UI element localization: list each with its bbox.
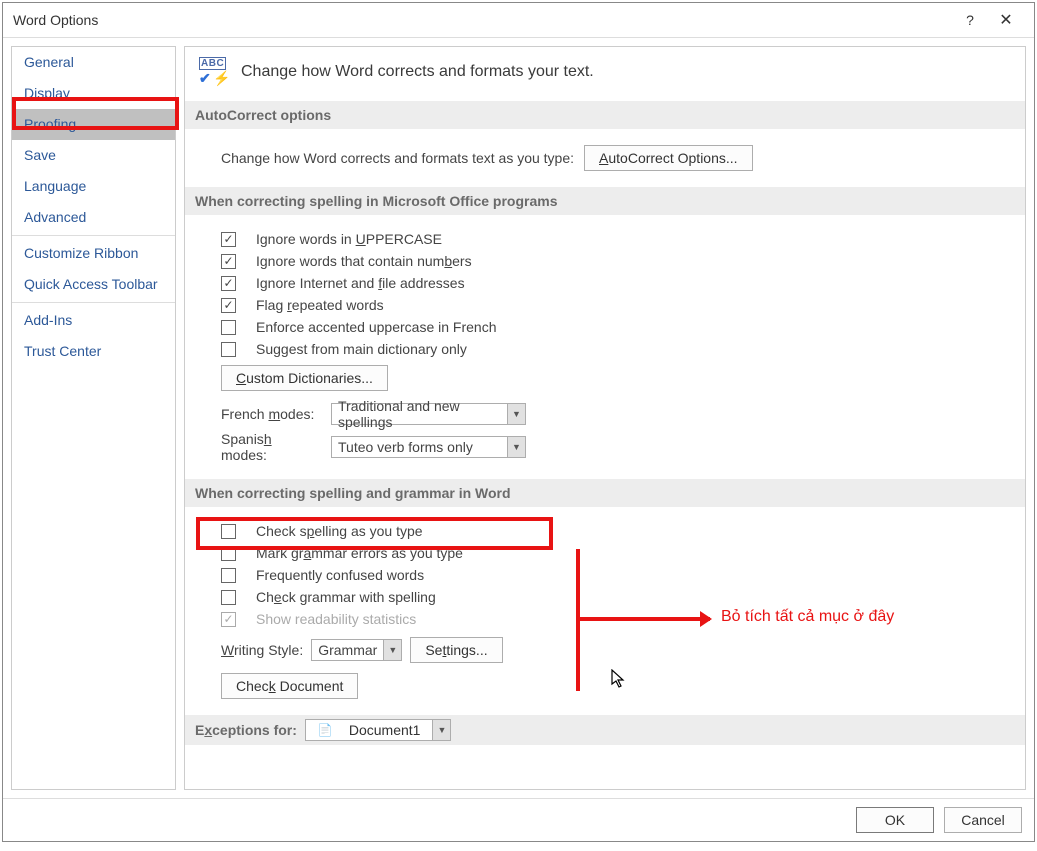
check-document-button[interactable]: Check Document	[221, 673, 358, 699]
spanish-modes-select[interactable]: Tuteo verb forms only▼	[331, 436, 526, 458]
chevron-down-icon: ▼	[507, 404, 525, 424]
word-options-dialog: Word Options ? ✕ General Display Proofin…	[2, 2, 1035, 842]
chk-numbers[interactable]	[221, 254, 236, 269]
chk-main-dict[interactable]	[221, 342, 236, 357]
sidebar-item-general[interactable]: General	[12, 47, 175, 78]
word-doc-icon: 📄	[312, 723, 339, 737]
chk-accented[interactable]	[221, 320, 236, 335]
chk-internet[interactable]	[221, 276, 236, 291]
autocorrect-options-button[interactable]: AutoCorrect Options...	[584, 145, 753, 171]
sidebar-item-quick-access-toolbar[interactable]: Quick Access Toolbar	[12, 269, 175, 300]
chk-repeated[interactable]	[221, 298, 236, 313]
sidebar-item-language[interactable]: Language	[12, 171, 175, 202]
french-modes-select[interactable]: Traditional and new spellings▼	[331, 403, 526, 425]
sidebar-item-advanced[interactable]: Advanced	[12, 202, 175, 233]
chk-grammar-spell[interactable]	[221, 590, 236, 605]
sidebar-item-add-ins[interactable]: Add-Ins	[12, 302, 175, 336]
ok-button[interactable]: OK	[856, 807, 934, 833]
custom-dictionaries-button[interactable]: Custom Dictionaries...	[221, 365, 388, 391]
abc-check-icon: ABC✔⚡	[199, 57, 231, 87]
exceptions-select[interactable]: 📄Document1 ▼	[305, 719, 452, 741]
sidebar-item-proofing[interactable]: Proofing	[12, 109, 175, 140]
cancel-button[interactable]: Cancel	[944, 807, 1022, 833]
chevron-down-icon: ▼	[507, 437, 525, 457]
chevron-down-icon: ▼	[383, 640, 401, 660]
section-exceptions: Exceptions for: 📄Document1 ▼	[185, 715, 1025, 745]
section-autocorrect: AutoCorrect options	[185, 101, 1025, 129]
sidebar-item-trust-center[interactable]: Trust Center	[12, 336, 175, 367]
autocorrect-desc: Change how Word corrects and formats tex…	[221, 150, 574, 166]
dialog-footer: OK Cancel	[3, 798, 1034, 841]
chk-grammar-type[interactable]	[221, 546, 236, 561]
intro-text: Change how Word corrects and formats you…	[241, 63, 594, 81]
sidebar-item-save[interactable]: Save	[12, 140, 175, 171]
writing-style-select[interactable]: Grammar▼	[311, 639, 402, 661]
section-grammar: When correcting spelling and grammar in …	[185, 479, 1025, 507]
sidebar-item-customize-ribbon[interactable]: Customize Ribbon	[12, 235, 175, 269]
close-button[interactable]: ✕	[988, 6, 1024, 34]
sidebar: General Display Proofing Save Language A…	[11, 46, 176, 790]
chk-uppercase[interactable]	[221, 232, 236, 247]
settings-button[interactable]: Settings...	[410, 637, 502, 663]
chk-spell-type[interactable]	[221, 524, 236, 539]
chk-readability	[221, 612, 236, 627]
section-spelling: When correcting spelling in Microsoft Of…	[185, 187, 1025, 215]
window-title: Word Options	[13, 12, 952, 28]
chevron-down-icon: ▼	[432, 720, 450, 740]
chk-confused[interactable]	[221, 568, 236, 583]
help-button[interactable]: ?	[952, 6, 988, 34]
sidebar-item-display[interactable]: Display	[12, 78, 175, 109]
content-panel: ABC✔⚡ Change how Word corrects and forma…	[184, 46, 1026, 790]
titlebar: Word Options ? ✕	[3, 3, 1034, 37]
